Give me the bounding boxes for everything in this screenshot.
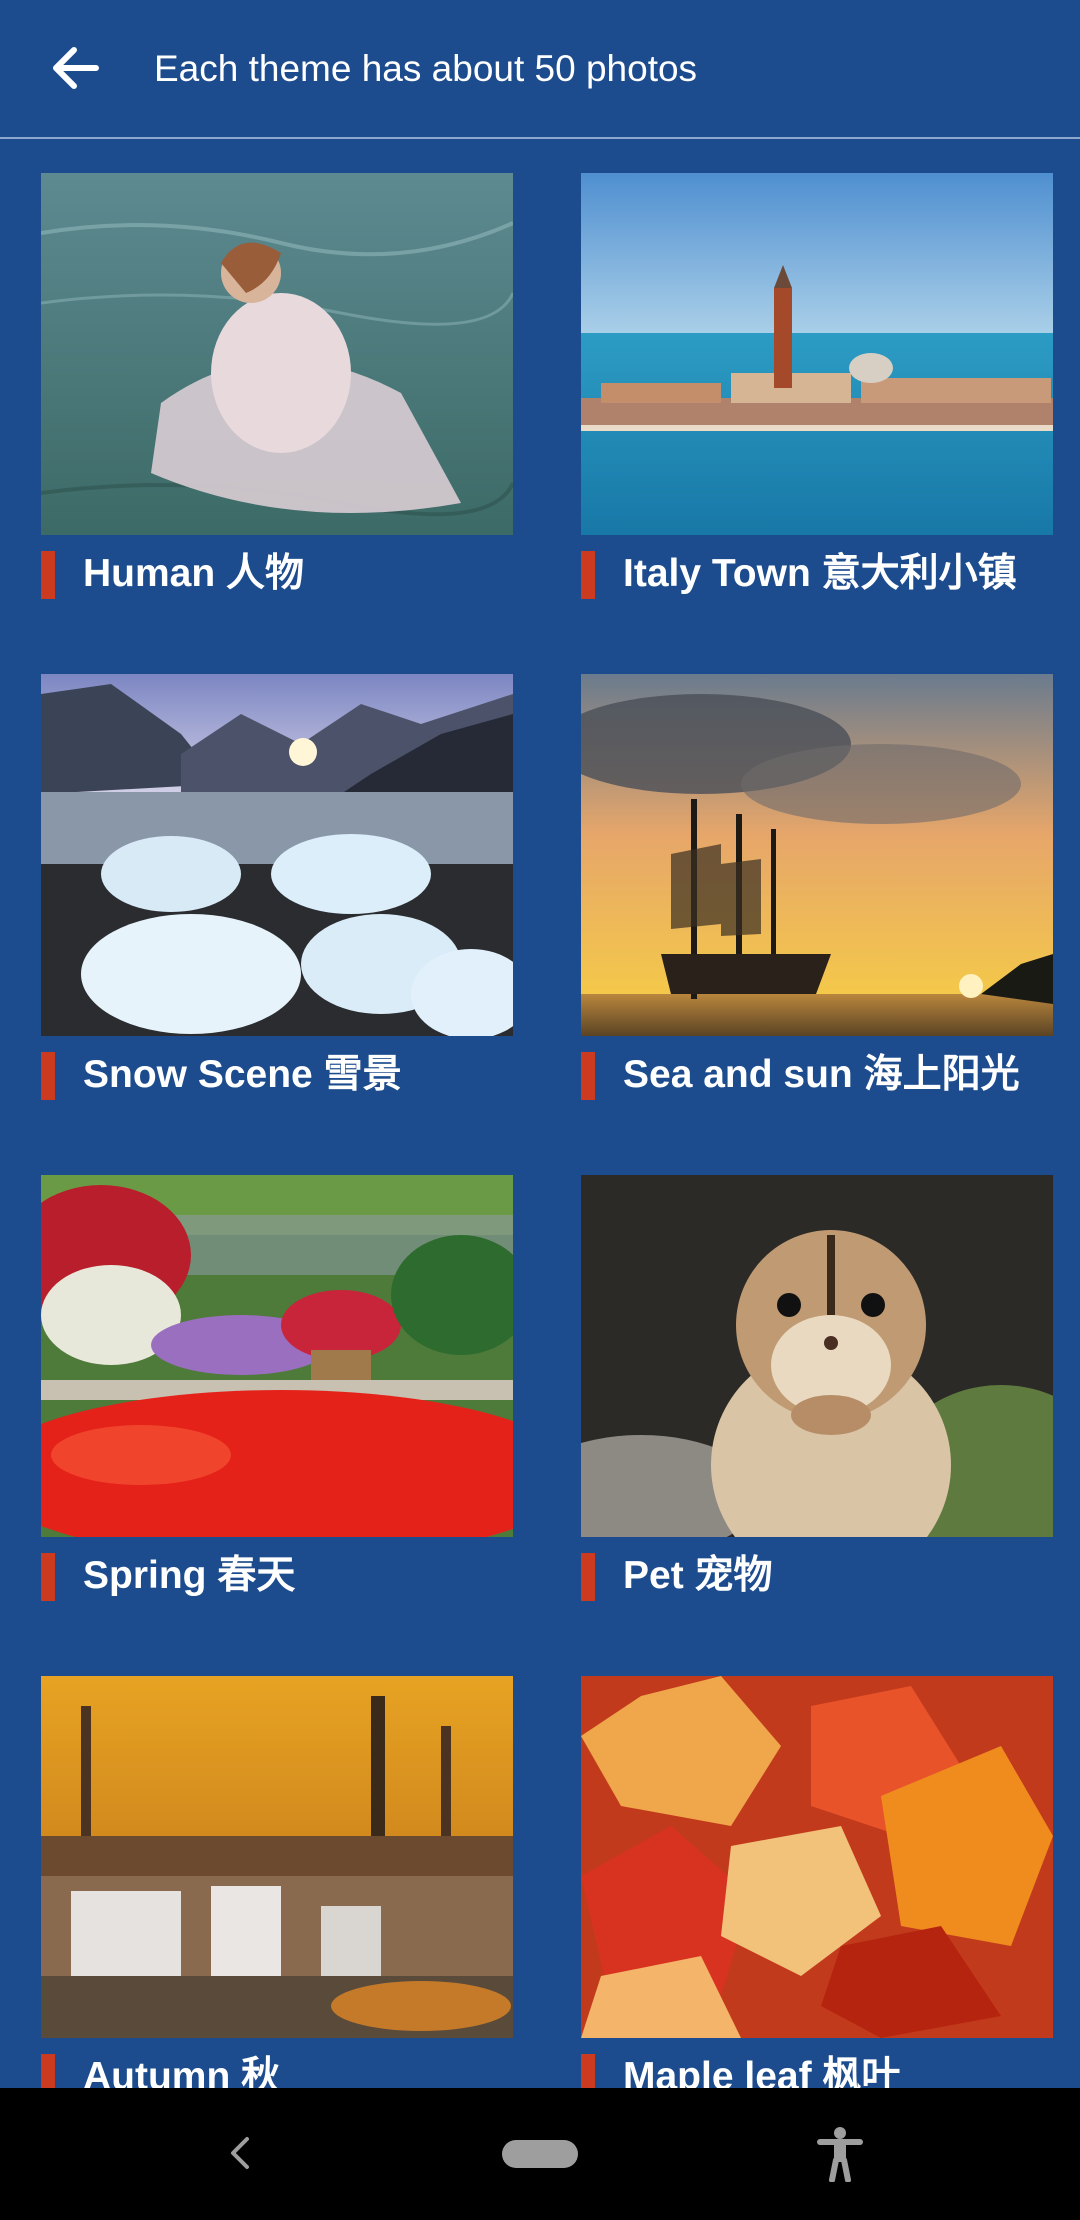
theme-card-snow-scene[interactable]: Snow Scene 雪景 <box>41 674 513 1114</box>
theme-label: Maple leaf 枫叶 <box>623 2055 901 2088</box>
theme-label: Pet 宠物 <box>623 1554 773 1597</box>
theme-card-autumn[interactable]: Autumn 秋 <box>41 1676 513 2088</box>
theme-label: Human 人物 <box>83 552 305 595</box>
page-title: Each theme has about 50 photos <box>154 48 698 89</box>
label-accent-bar <box>581 1553 595 1601</box>
theme-card-pet[interactable]: Pet 宠物 <box>581 1175 1053 1615</box>
theme-image-maple-leaf <box>581 1676 1053 2038</box>
theme-label: Snow Scene 雪景 <box>83 1053 402 1096</box>
label-accent-bar <box>41 1052 55 1100</box>
arrow-left-icon <box>53 47 99 89</box>
theme-card-human[interactable]: Human 人物 <box>41 173 513 613</box>
accessibility-button[interactable] <box>808 2122 872 2186</box>
back-button[interactable] <box>38 30 114 106</box>
theme-card-spring[interactable]: Spring 春天 <box>41 1175 513 1615</box>
chevron-left-icon <box>231 2137 249 2169</box>
top-app-bar: Each theme has about 50 photos <box>0 0 1080 139</box>
theme-card-maple-leaf[interactable]: Maple leaf 枫叶 <box>581 1676 1053 2088</box>
theme-image-snow-scene <box>41 674 513 1036</box>
theme-image-italy-town <box>581 173 1053 535</box>
theme-image-spring <box>41 1175 513 1537</box>
theme-label: Autumn 秋 <box>83 2055 281 2088</box>
label-accent-bar <box>581 2054 595 2088</box>
label-accent-bar <box>581 1052 595 1100</box>
theme-image-autumn <box>41 1676 513 2038</box>
theme-label: Sea and sun 海上阳光 <box>623 1053 1020 1096</box>
theme-image-pet <box>581 1175 1053 1537</box>
theme-image-sea-and-sun <box>581 674 1053 1036</box>
theme-card-italy-town[interactable]: Italy Town 意大利小镇 <box>581 173 1053 613</box>
theme-grid: Human 人物 Italy Town 意大利小镇 Snow Scene 雪景 … <box>0 139 1080 2088</box>
label-accent-bar <box>41 551 55 599</box>
label-accent-bar <box>41 1553 55 1601</box>
theme-image-human <box>41 173 513 535</box>
nav-back-button[interactable] <box>210 2118 270 2188</box>
label-accent-bar <box>41 2054 55 2088</box>
theme-label: Italy Town 意大利小镇 <box>623 552 1017 595</box>
theme-card-sea-and-sun[interactable]: Sea and sun 海上阳光 <box>581 674 1053 1114</box>
label-accent-bar <box>581 551 595 599</box>
system-navigation-bar <box>0 2088 1080 2220</box>
home-pill-icon[interactable] <box>502 2140 578 2168</box>
theme-label: Spring 春天 <box>83 1554 296 1597</box>
accessibility-icon <box>817 2127 863 2182</box>
